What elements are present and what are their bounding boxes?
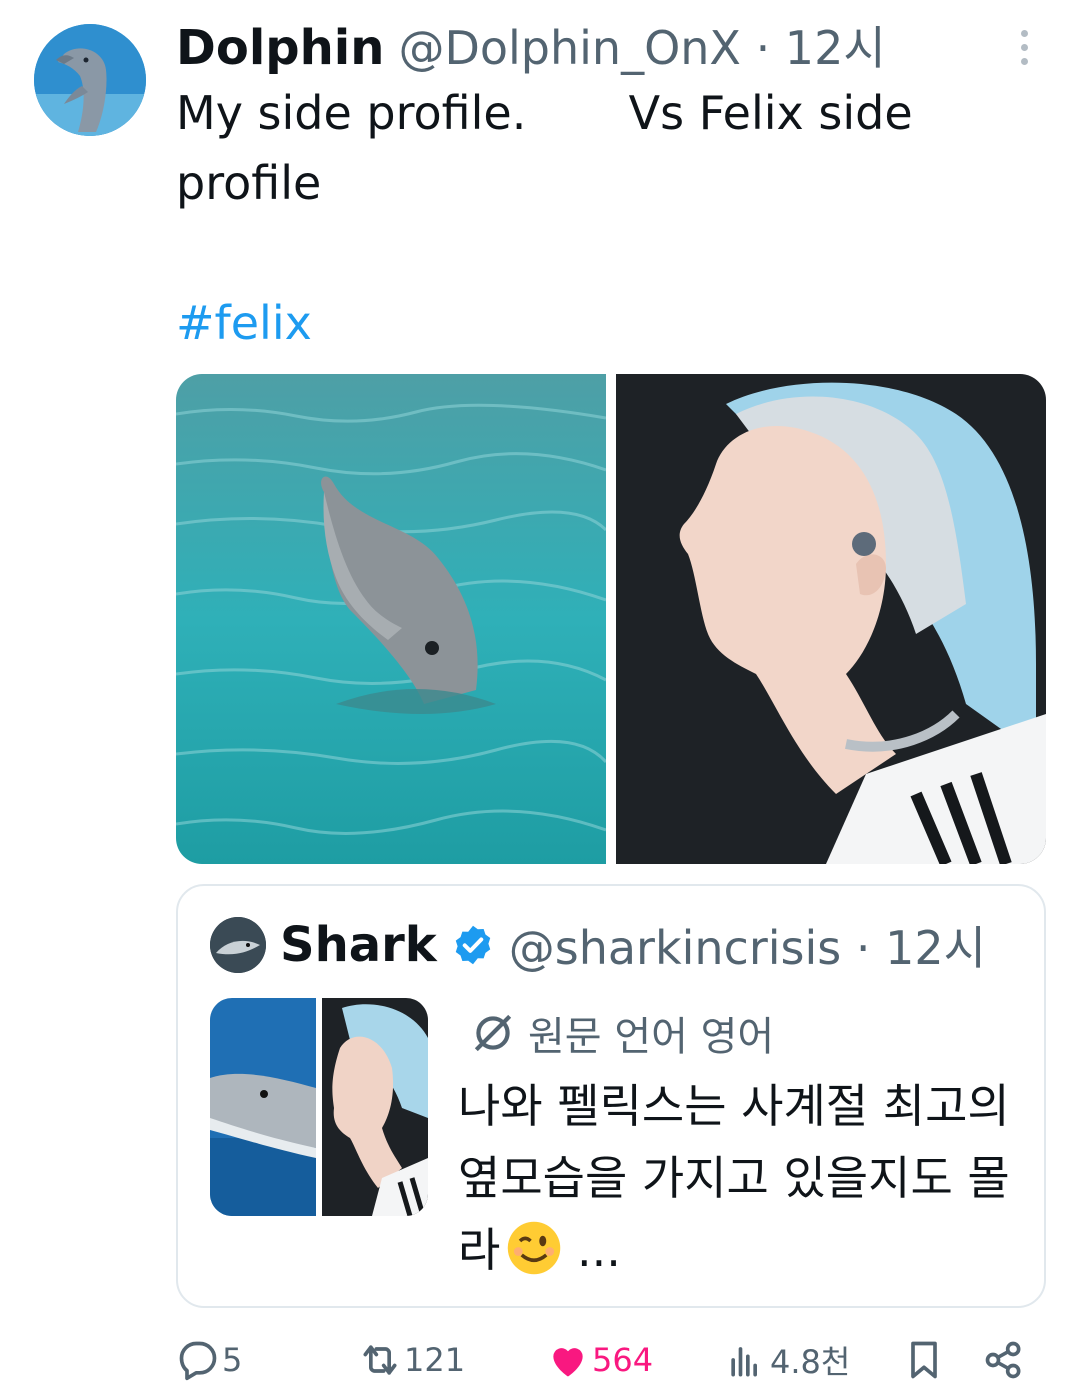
view-count: 4.8천 — [770, 1343, 851, 1381]
hashtag-link[interactable]: #felix — [176, 290, 312, 356]
translate-label: 원문 언어 영어 — [528, 1014, 775, 1060]
quote-text: 나와 펠릭스는 사계절 최고의 옆모습을 가지고 있을지도 몰라 ... — [458, 1070, 1018, 1286]
like-button[interactable]: 564 — [546, 1330, 653, 1390]
bookmark-button[interactable] — [902, 1330, 948, 1390]
author-avatar[interactable] — [34, 24, 146, 136]
heart-filled-icon — [553, 1348, 583, 1377]
dolphin-avatar-icon — [34, 24, 146, 136]
tweet-header: Dolphin @Dolphin_OnX · 12시 — [176, 12, 886, 76]
quoted-tweet[interactable]: Shark @sharkincrisis · 12시 원문 언어 영어 나와 펠… — [176, 884, 1046, 1308]
reply-count: 5 — [222, 1341, 243, 1379]
share-icon — [985, 1341, 1021, 1379]
reply-button[interactable]: 5 — [176, 1330, 242, 1390]
share-button[interactable] — [982, 1330, 1028, 1390]
shark-avatar-icon[interactable] — [210, 917, 266, 973]
reply-icon — [179, 1341, 217, 1381]
more-options-icon[interactable] — [1004, 22, 1044, 72]
quote-author-name[interactable]: Shark — [280, 917, 437, 973]
media-grid — [176, 374, 1046, 864]
quote-media-thumbnail[interactable] — [210, 998, 428, 1216]
winking-face-emoji — [506, 1220, 562, 1276]
tweet-actions: 5 121 564 4.8천 — [176, 1330, 1036, 1390]
quote-author-handle[interactable]: @sharkincrisis · 12시 — [509, 912, 986, 978]
views-chart-icon — [731, 1347, 757, 1377]
repost-icon — [363, 1345, 397, 1375]
felix-photo[interactable] — [616, 374, 1046, 864]
shark-photo — [210, 998, 316, 1216]
translate-info[interactable]: 원문 언어 영어 — [468, 1004, 774, 1062]
views-button[interactable]: 4.8천 — [724, 1330, 850, 1390]
quote-ellipsis[interactable]: ... — [577, 1223, 621, 1277]
tweet-text: My side profile. Vs Felix side profile — [176, 86, 928, 210]
bookmark-icon — [911, 1341, 937, 1379]
repost-count: 121 — [404, 1341, 466, 1379]
verified-badge-icon — [455, 925, 490, 965]
like-count: 564 — [592, 1341, 654, 1379]
dolphin-photo[interactable] — [176, 374, 606, 864]
felix-thumb-photo — [322, 998, 428, 1216]
translate-globe-slash-icon — [474, 1014, 512, 1052]
author-name[interactable]: Dolphin — [176, 20, 384, 76]
quote-header: Shark @sharkincrisis · 12시 — [210, 912, 986, 978]
repost-button[interactable]: 121 — [358, 1330, 465, 1390]
author-handle[interactable]: @Dolphin_OnX · 12시 — [398, 12, 885, 78]
